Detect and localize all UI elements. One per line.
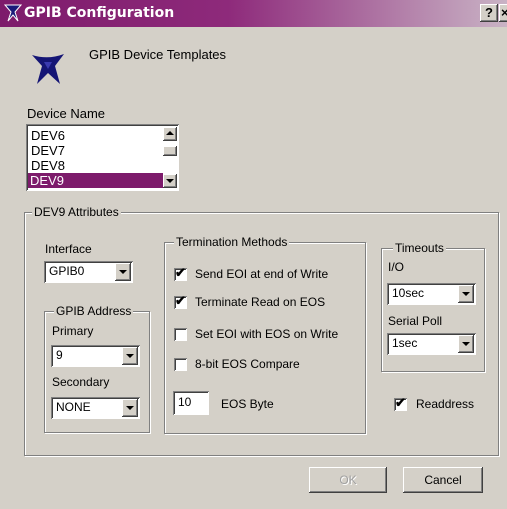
close-button[interactable]: × (499, 4, 507, 22)
interface-label: Interface (45, 242, 92, 256)
serial-poll-select[interactable]: 1sec (387, 333, 476, 355)
secondary-label: Secondary (52, 375, 110, 389)
readdress-label[interactable]: Readdress (416, 397, 474, 411)
scroll-up-button[interactable] (163, 127, 177, 141)
chevron-down-icon (126, 406, 134, 410)
readdress-checkbox[interactable]: ✔ (394, 395, 407, 411)
io-timeout-label: I/O (388, 260, 405, 274)
secondary-address-select[interactable]: NONE (51, 397, 140, 419)
list-item-selected[interactable]: DEV9 (28, 173, 163, 188)
primary-address-select[interactable]: 9 (51, 345, 140, 367)
eight-bit-eos-label[interactable]: 8-bit EOS Compare (195, 357, 300, 371)
primary-label: Primary (52, 324, 94, 338)
ni-eagle-logo-icon (4, 4, 22, 22)
dropdown-button[interactable] (458, 285, 474, 303)
arrow-up-icon (166, 131, 174, 135)
device-name-label: Device Name (27, 106, 106, 121)
checkmark-icon: ✔ (175, 293, 186, 308)
chevron-down-icon (462, 342, 470, 346)
serial-poll-value: 1sec (392, 336, 418, 350)
serial-poll-label: Serial Poll (388, 314, 443, 328)
checkmark-icon: ✔ (175, 265, 186, 280)
send-eoi-label[interactable]: Send EOI at end of Write (195, 267, 328, 281)
secondary-value: NONE (56, 400, 91, 414)
interface-select[interactable]: GPIB0 (44, 261, 133, 283)
gpib-address-title: GPIB Address (54, 304, 134, 318)
chevron-down-icon (462, 292, 470, 296)
scrollbar-thumb[interactable] (163, 146, 177, 156)
interface-value: GPIB0 (49, 264, 85, 278)
list-item[interactable]: DEV7 (29, 143, 161, 158)
ok-button[interactable]: OK (309, 467, 387, 493)
window-title: GPIB Configuration (24, 5, 175, 21)
primary-value: 9 (56, 348, 63, 362)
title-bar[interactable]: GPIB Configuration ? × (0, 0, 507, 27)
cancel-button[interactable]: Cancel (403, 467, 483, 493)
chevron-down-icon (126, 354, 134, 358)
chevron-down-icon (119, 270, 127, 274)
scroll-down-button[interactable] (163, 174, 177, 188)
dropdown-button[interactable] (122, 347, 138, 365)
eos-byte-input[interactable]: 10 (173, 391, 209, 415)
send-eoi-checkbox[interactable]: ✔ (174, 265, 187, 281)
dropdown-button[interactable] (122, 399, 138, 417)
eos-byte-label: EOS Byte (221, 397, 274, 411)
checkmark-icon: ✔ (395, 395, 406, 410)
device-name-listbox[interactable]: DEV6 DEV7 DEV8 DEV9 (26, 124, 179, 191)
ni-eagle-logo-icon (32, 54, 64, 84)
set-eoi-eos-checkbox[interactable] (174, 328, 187, 341)
io-timeout-value: 10sec (392, 286, 425, 300)
termination-methods-title: Termination Methods (174, 235, 290, 249)
gpib-configuration-dialog: GPIB Configuration ? × GPIB Device Templ… (0, 0, 507, 509)
arrow-down-icon (166, 179, 174, 183)
dropdown-button[interactable] (458, 335, 474, 353)
dropdown-button[interactable] (115, 263, 131, 281)
help-button[interactable]: ? (480, 4, 498, 22)
io-timeout-select[interactable]: 10sec (387, 283, 476, 305)
timeouts-title: Timeouts (393, 241, 446, 255)
set-eoi-eos-label[interactable]: Set EOI with EOS on Write (195, 327, 338, 341)
templates-subtitle: GPIB Device Templates (89, 47, 227, 62)
device-attributes-title: DEV9 Attributes (32, 205, 121, 219)
terminate-read-eos-checkbox[interactable]: ✔ (174, 293, 187, 309)
list-item[interactable]: DEV6 (29, 128, 161, 143)
terminate-read-eos-label[interactable]: Terminate Read on EOS (195, 295, 325, 309)
list-item[interactable]: DEV8 (29, 158, 161, 173)
eight-bit-eos-checkbox[interactable] (174, 358, 187, 371)
eos-byte-value: 10 (178, 395, 192, 409)
